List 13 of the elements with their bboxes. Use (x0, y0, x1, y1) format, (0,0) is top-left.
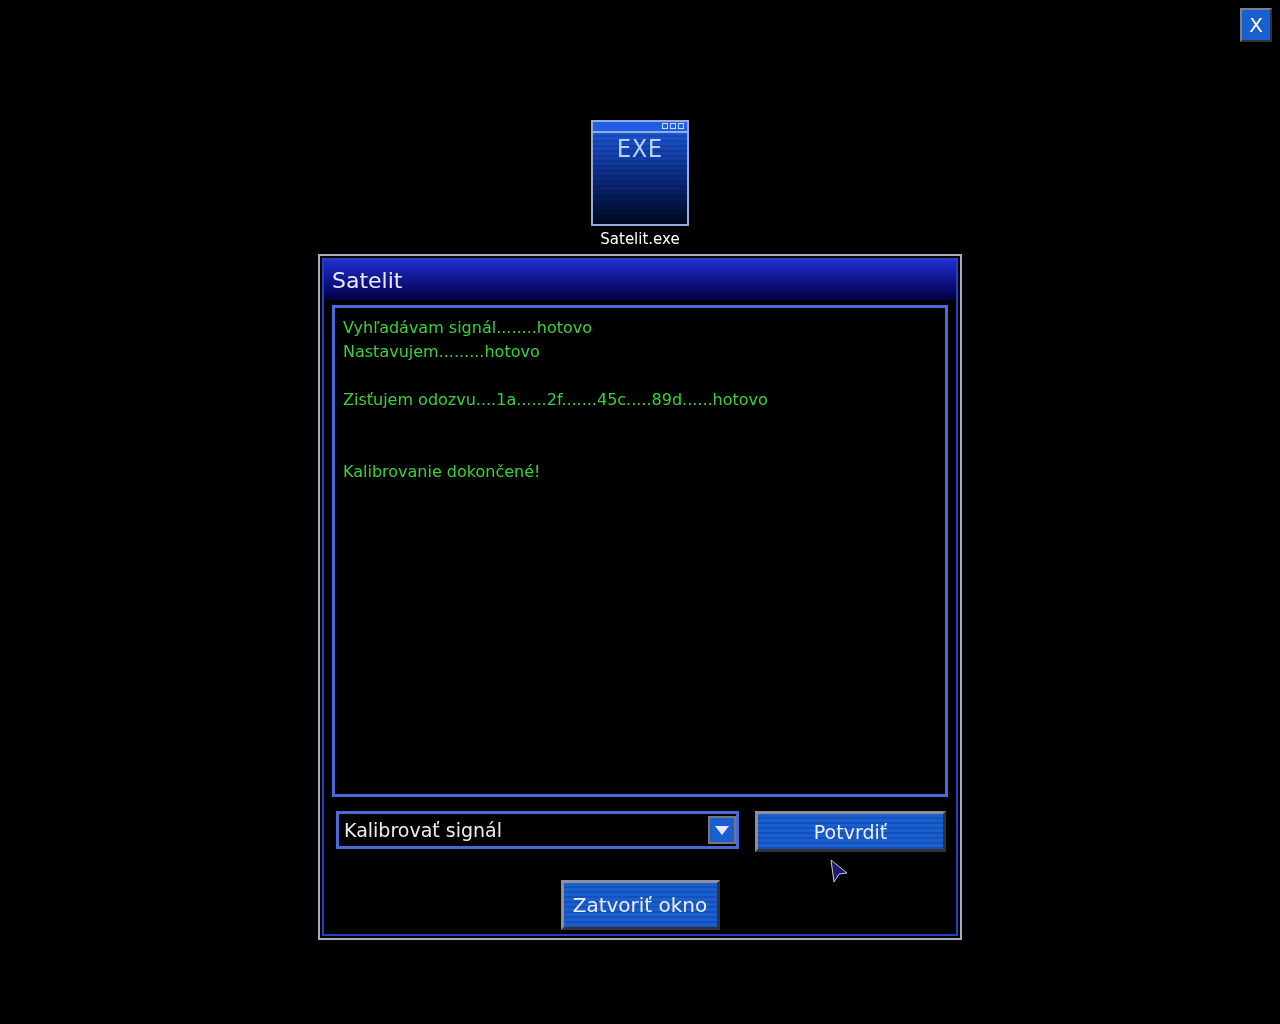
log-line: Nastavujem.........hotovo (343, 341, 541, 363)
window-title: Satelit (332, 267, 403, 293)
exe-file-icon[interactable]: EXE (591, 120, 689, 226)
icon-text: EXE (616, 135, 664, 163)
dropdown[interactable]: Kalibrovať signál (336, 811, 739, 849)
log-line: Vyhľadávam signál........hotovo (343, 317, 594, 339)
icon-label: Satelit.exe (600, 230, 680, 248)
mouse-pointer-icon (830, 859, 848, 883)
log-line: Kalibrovanie dokončené! (343, 461, 542, 483)
close-window-button[interactable]: Zatvoriť okno (560, 880, 720, 930)
close-button[interactable]: X (1240, 8, 1272, 42)
confirm-button[interactable]: Potvrdiť (755, 811, 946, 852)
log-line: Zisťujem odozvu....1a......2f.......45c.....89d......hotovo (343, 389, 769, 411)
